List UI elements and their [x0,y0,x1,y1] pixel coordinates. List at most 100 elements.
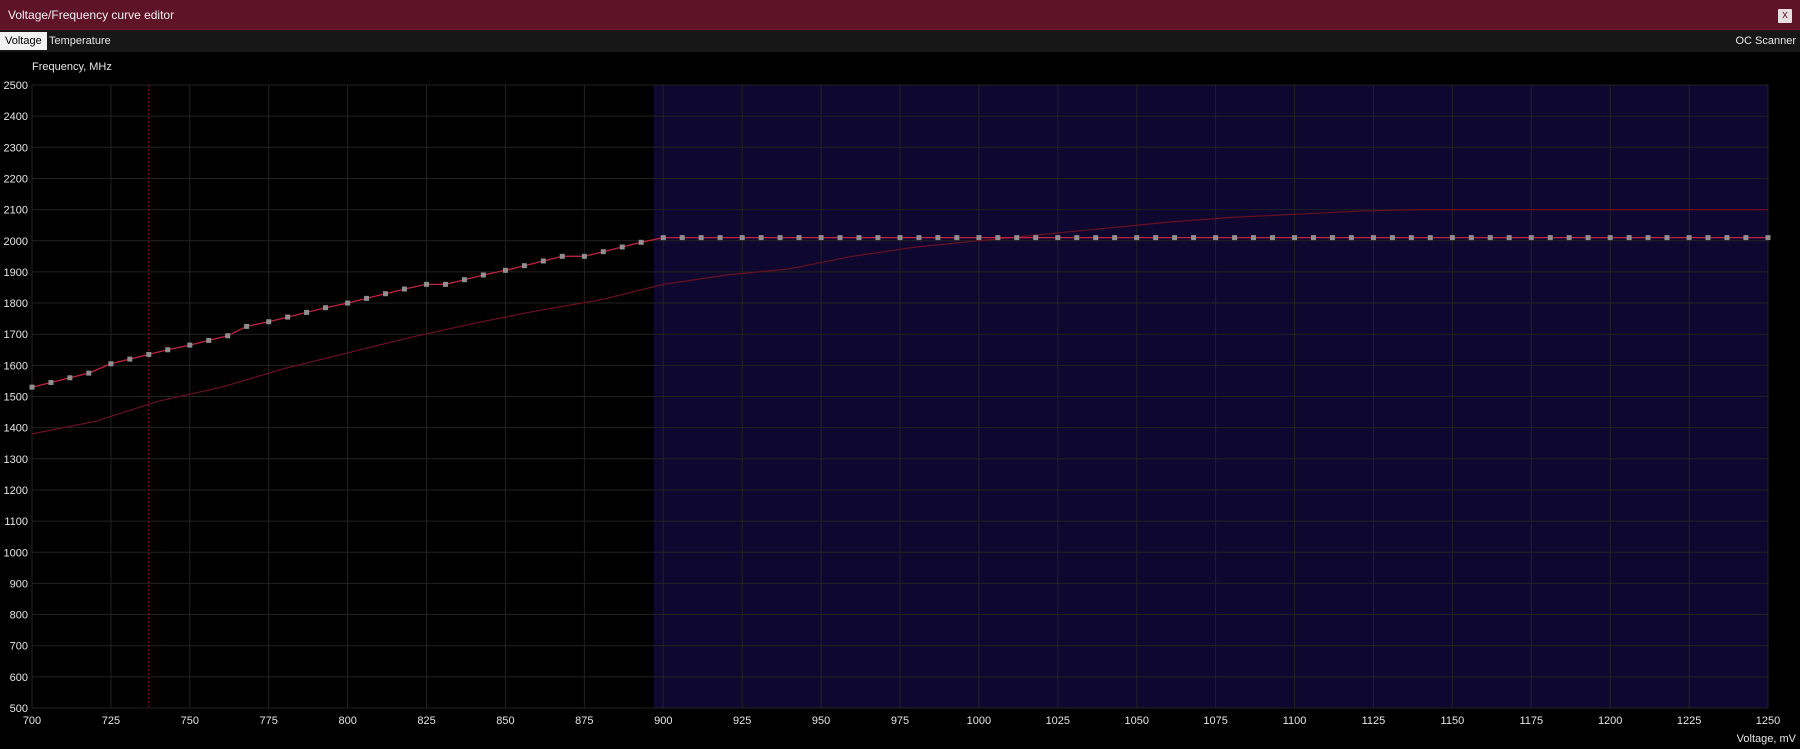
curve-point[interactable] [1348,235,1354,241]
curve-point[interactable] [225,333,231,339]
curve-point[interactable] [1664,235,1670,241]
curve-point[interactable] [1645,235,1651,241]
curve-point[interactable] [285,314,291,320]
curve-point[interactable] [976,235,982,241]
curve-point[interactable] [1014,235,1020,241]
curve-point[interactable] [1172,235,1178,241]
curve-point[interactable] [461,277,467,283]
curve-point[interactable] [1705,235,1711,241]
curve-point[interactable] [897,235,903,241]
curve-point[interactable] [559,253,565,259]
curve-point[interactable] [187,342,193,348]
curve-point[interactable] [1408,235,1414,241]
curve-point[interactable] [954,235,960,241]
curve-point[interactable] [660,235,666,241]
curve-point[interactable] [424,281,430,287]
curve-point[interactable] [679,235,685,241]
x-tick-label: 1000 [967,715,991,727]
curve-point[interactable] [1251,235,1257,241]
curve-point[interactable] [856,235,862,241]
curve-point[interactable] [1093,235,1099,241]
curve-point[interactable] [1427,235,1433,241]
curve-point[interactable] [1112,235,1118,241]
y-tick-label: 1500 [4,392,28,404]
curve-point[interactable] [1506,235,1512,241]
curve-point[interactable] [619,244,625,250]
curve-point[interactable] [1626,235,1632,241]
x-tick-label: 1250 [1756,715,1780,727]
curve-point[interactable] [1765,235,1771,241]
curve-point[interactable] [1686,235,1692,241]
curve-point[interactable] [86,370,92,376]
oc-scanner-button[interactable]: OC Scanner [1735,32,1796,50]
curve-point[interactable] [1213,235,1219,241]
curve-point[interactable] [401,286,407,292]
curve-point[interactable] [1528,235,1534,241]
curve-point[interactable] [1449,235,1455,241]
x-tick-label: 900 [654,715,672,727]
curve-point[interactable] [1134,235,1140,241]
curve-point[interactable] [600,249,606,255]
curve-point[interactable] [717,235,723,241]
curve-point[interactable] [739,235,745,241]
curve-point[interactable] [206,337,212,343]
tab-voltage[interactable]: Voltage [0,32,47,50]
curve-point[interactable] [244,323,250,329]
curve-point[interactable] [1055,235,1061,241]
curve-point[interactable] [442,281,448,287]
vf-curve-chart[interactable]: 700 725 750 775 800 825 850 875 900 925 950 975 1000… [0,52,1800,749]
curve-point[interactable] [1153,235,1159,241]
curve-point[interactable] [837,235,843,241]
curve-point[interactable] [540,258,546,264]
curve-point[interactable] [1389,235,1395,241]
curve-point[interactable] [638,239,644,245]
curve-point[interactable] [777,235,783,241]
curve-point[interactable] [916,235,922,241]
curve-point[interactable] [521,263,527,269]
curve-point[interactable] [758,235,764,241]
curve-point[interactable] [995,235,1001,241]
tab-temperature[interactable]: Temperature [44,32,116,50]
curve-point[interactable] [698,235,704,241]
curve-point[interactable] [146,351,152,357]
curve-point[interactable] [165,347,171,353]
curve-point[interactable] [1310,235,1316,241]
curve-point[interactable] [818,235,824,241]
curve-point[interactable] [1191,235,1197,241]
curve-point[interactable] [1607,235,1613,241]
curve-point[interactable] [1547,235,1553,241]
curve-point[interactable] [1074,235,1080,241]
curve-point[interactable] [1329,235,1335,241]
curve-point[interactable] [1232,235,1238,241]
curve-point[interactable] [1585,235,1591,241]
curve-point[interactable] [502,267,508,273]
curve-point[interactable] [48,379,54,385]
curve-point[interactable] [1292,235,1298,241]
curve-point[interactable] [1269,235,1275,241]
close-button[interactable]: x [1778,9,1792,23]
curve-point[interactable] [1370,235,1376,241]
curve-point[interactable] [29,384,35,390]
curve-point[interactable] [304,309,310,315]
curve-point[interactable] [1566,235,1572,241]
curve-point[interactable] [383,291,389,297]
curve-point[interactable] [581,253,587,259]
curve-point[interactable] [345,300,351,306]
curve-point[interactable] [1743,235,1749,241]
curve-point[interactable] [480,272,486,278]
curve-point[interactable] [1033,235,1039,241]
curve-point[interactable] [127,356,133,362]
curve-point[interactable] [796,235,802,241]
curve-point[interactable] [1724,235,1730,241]
x-tick-label: 700 [23,715,41,727]
curve-point[interactable] [935,235,941,241]
curve-point[interactable] [1468,235,1474,241]
curve-point[interactable] [364,295,370,301]
curve-point[interactable] [108,361,114,367]
curve-point[interactable] [323,305,329,311]
y-tick-label: 2300 [4,142,28,154]
curve-point[interactable] [266,319,272,325]
curve-point[interactable] [1487,235,1493,241]
curve-point[interactable] [875,235,881,241]
curve-point[interactable] [67,375,73,381]
